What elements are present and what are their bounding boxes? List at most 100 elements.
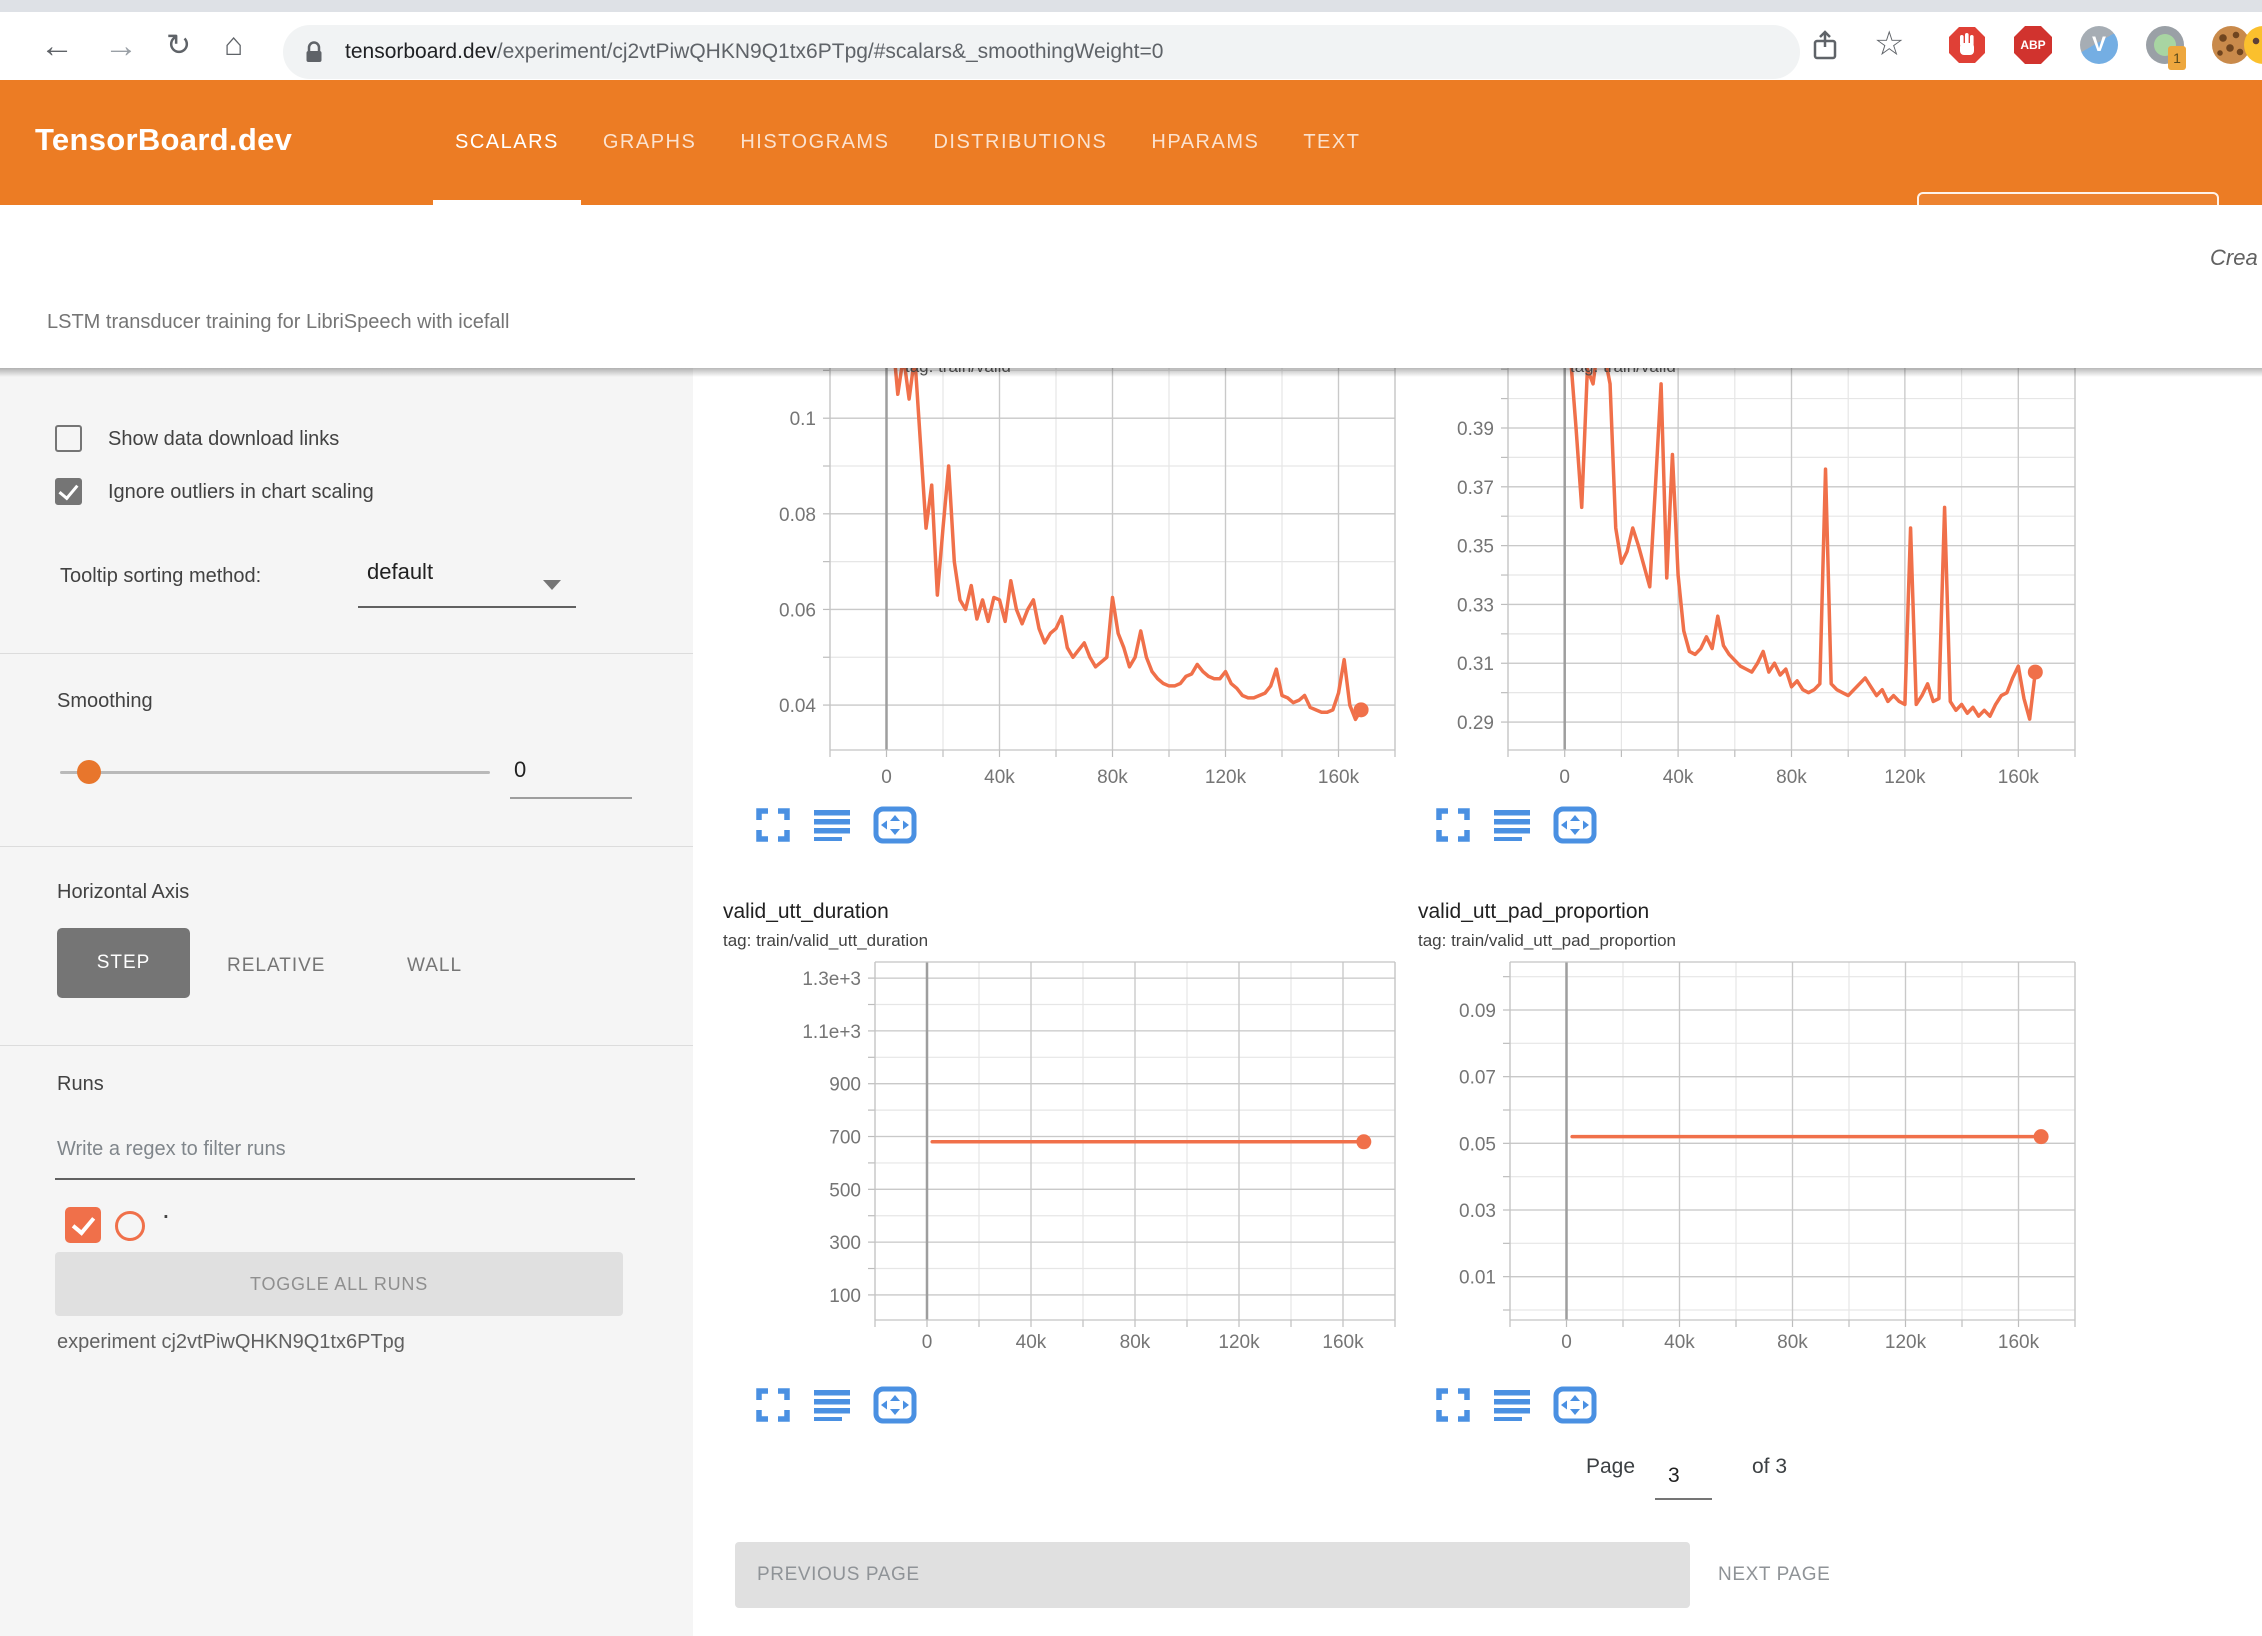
home-icon[interactable]: ⌂ xyxy=(224,24,243,64)
smoothing-label: Smoothing xyxy=(57,690,153,713)
axis-step-button[interactable]: STEP xyxy=(57,928,190,998)
page-input-underline xyxy=(1655,1498,1712,1500)
brand-title: TensorBoard.dev xyxy=(35,122,292,158)
experiment-description: LSTM transducer training for LibriSpeech… xyxy=(47,311,509,334)
checkmark-icon xyxy=(59,480,79,501)
chart-clipped-0: 040k80k120k160k0.040.060.080.1tag: train… xyxy=(720,368,1420,838)
chart-valid_utt_duration: 040k80k120k160k1003005007009001.1e+31.3e… xyxy=(720,890,1420,1370)
chart-toolbar xyxy=(1435,1386,1597,1424)
y-tick-label: 0.35 xyxy=(1457,537,1494,558)
pan-arrows-icon[interactable] xyxy=(1553,806,1597,844)
divider xyxy=(0,653,693,654)
horizontal-lines-icon[interactable] xyxy=(813,807,851,843)
run-checkbox[interactable] xyxy=(65,1207,101,1243)
horizontal-lines-icon[interactable] xyxy=(813,1387,851,1423)
y-tick-label: 1.1e+3 xyxy=(802,1022,861,1043)
tooltip-sort-select[interactable]: default xyxy=(367,559,433,585)
settings-sidebar: Show data download links Ignore outliers… xyxy=(0,368,693,1636)
browser-toolbar: ← → ↻ ⌂ tensorboard.dev/experiment/cj2vt… xyxy=(0,12,2262,80)
x-tick-label: 80k xyxy=(1776,767,1807,788)
smiley-icon[interactable] xyxy=(2244,26,2262,64)
address-bar[interactable]: tensorboard.dev/experiment/cj2vtPiwQHKN9… xyxy=(283,25,1800,79)
x-tick-label: 120k xyxy=(1884,767,1926,788)
y-tick-label: 0.1 xyxy=(790,409,816,430)
y-tick-label: 100 xyxy=(829,1286,861,1307)
x-tick-label: 40k xyxy=(1016,1332,1047,1353)
smoothing-value-input[interactable]: 0 xyxy=(514,757,526,783)
runs-filter-underline xyxy=(55,1178,635,1180)
y-tick-label: 500 xyxy=(829,1180,861,1201)
smoothing-slider-handle[interactable] xyxy=(77,760,101,784)
runs-label: Runs xyxy=(57,1073,104,1096)
horizontal-lines-icon[interactable] xyxy=(1493,807,1531,843)
run-color-swatch[interactable] xyxy=(115,1211,145,1241)
x-tick-label: 0 xyxy=(881,767,892,788)
divider xyxy=(0,1045,693,1046)
last-point-dot xyxy=(1356,1134,1371,1149)
fullscreen-icon[interactable] xyxy=(755,1387,791,1423)
clipped-tag-fragment: tag: train/valid xyxy=(1570,368,1676,376)
chart-tag: tag: train/valid_utt_pad_proportion xyxy=(1418,931,1676,950)
pan-arrows-icon[interactable] xyxy=(873,806,917,844)
y-tick-label: 0.01 xyxy=(1459,1268,1496,1289)
forward-icon[interactable]: → xyxy=(104,26,138,66)
tooltip-sort-underline xyxy=(358,606,576,608)
adblock-hand-icon[interactable] xyxy=(1948,26,1986,64)
checkmark-icon xyxy=(71,1211,94,1235)
tab-histograms[interactable]: HISTOGRAMS xyxy=(718,80,911,205)
tooltip-sort-label: Tooltip sorting method: xyxy=(60,565,261,588)
page-number-input[interactable]: 3 xyxy=(1668,1464,1680,1488)
fullscreen-icon[interactable] xyxy=(1435,1387,1471,1423)
series-line xyxy=(892,368,1361,719)
share-icon[interactable] xyxy=(1810,28,1840,64)
pan-arrows-icon[interactable] xyxy=(873,1386,917,1424)
ignore-outliers-checkbox[interactable] xyxy=(55,478,82,505)
v-extension-icon[interactable]: V xyxy=(2080,26,2118,64)
tensorboard-header: TensorBoard.dev SCALARSGRAPHSHISTOGRAMSD… xyxy=(0,80,2262,205)
url-host: tensorboard.dev xyxy=(345,40,497,63)
y-tick-label: 0.06 xyxy=(779,600,816,621)
tab-distributions[interactable]: DISTRIBUTIONS xyxy=(911,80,1129,205)
y-tick-label: 0.03 xyxy=(1459,1201,1496,1222)
fullscreen-icon[interactable] xyxy=(1435,807,1471,843)
fullscreen-icon[interactable] xyxy=(755,807,791,843)
smoothing-slider-track[interactable] xyxy=(60,771,490,774)
x-tick-label: 0 xyxy=(922,1332,933,1353)
tab-hparams[interactable]: HPARAMS xyxy=(1129,80,1281,205)
axis-wall-button[interactable]: WALL xyxy=(407,955,462,977)
y-tick-label: 700 xyxy=(829,1128,861,1149)
y-tick-label: 0.07 xyxy=(1459,1068,1496,1089)
chart-toolbar xyxy=(1435,806,1597,844)
reload-icon[interactable]: ↻ xyxy=(166,26,191,66)
tab-graphs[interactable]: GRAPHS xyxy=(581,80,718,205)
back-icon[interactable]: ← xyxy=(40,26,74,66)
x-tick-label: 120k xyxy=(1885,1332,1927,1353)
horizontal-lines-icon[interactable] xyxy=(1493,1387,1531,1423)
chart-tag: tag: train/valid_utt_duration xyxy=(723,931,928,950)
privacy-badger-icon[interactable]: 1 xyxy=(2146,26,2184,64)
chevron-down-icon[interactable] xyxy=(543,580,561,590)
y-tick-label: 0.37 xyxy=(1457,478,1494,499)
show-download-checkbox[interactable] xyxy=(55,425,82,452)
y-tick-label: 0.29 xyxy=(1457,713,1494,734)
url-text[interactable]: tensorboard.dev/experiment/cj2vtPiwQHKN9… xyxy=(345,25,1163,79)
tab-text[interactable]: TEXT xyxy=(1281,80,1382,205)
y-tick-label: 0.09 xyxy=(1459,1001,1496,1022)
divider xyxy=(0,846,693,847)
abp-icon[interactable]: ABP xyxy=(2014,26,2052,64)
bookmark-star-icon[interactable]: ☆ xyxy=(1874,24,1904,64)
x-tick-label: 120k xyxy=(1205,767,1247,788)
experiment-name: experiment cj2vtPiwQHKN9Q1tx6PTpg xyxy=(57,1331,405,1354)
chart-valid_utt_pad_proportion: 040k80k120k160k0.010.030.050.070.09valid… xyxy=(1415,890,2115,1370)
clipped-tag-fragment: tag: train/valid xyxy=(905,368,1011,376)
previous-page-button[interactable]: PREVIOUS PAGE xyxy=(735,1542,1690,1608)
last-point-dot xyxy=(2028,665,2043,680)
runs-filter-input[interactable]: Write a regex to filter runs xyxy=(57,1138,286,1161)
next-page-button[interactable]: NEXT PAGE xyxy=(1718,1564,1830,1586)
toggle-all-runs-button[interactable]: TOGGLE ALL RUNS xyxy=(55,1252,623,1316)
x-tick-label: 0 xyxy=(1561,1332,1572,1353)
tab-scalars[interactable]: SCALARS xyxy=(433,80,581,205)
pan-arrows-icon[interactable] xyxy=(1553,1386,1597,1424)
axis-relative-button[interactable]: RELATIVE xyxy=(227,955,325,977)
chart-toolbar xyxy=(755,806,917,844)
